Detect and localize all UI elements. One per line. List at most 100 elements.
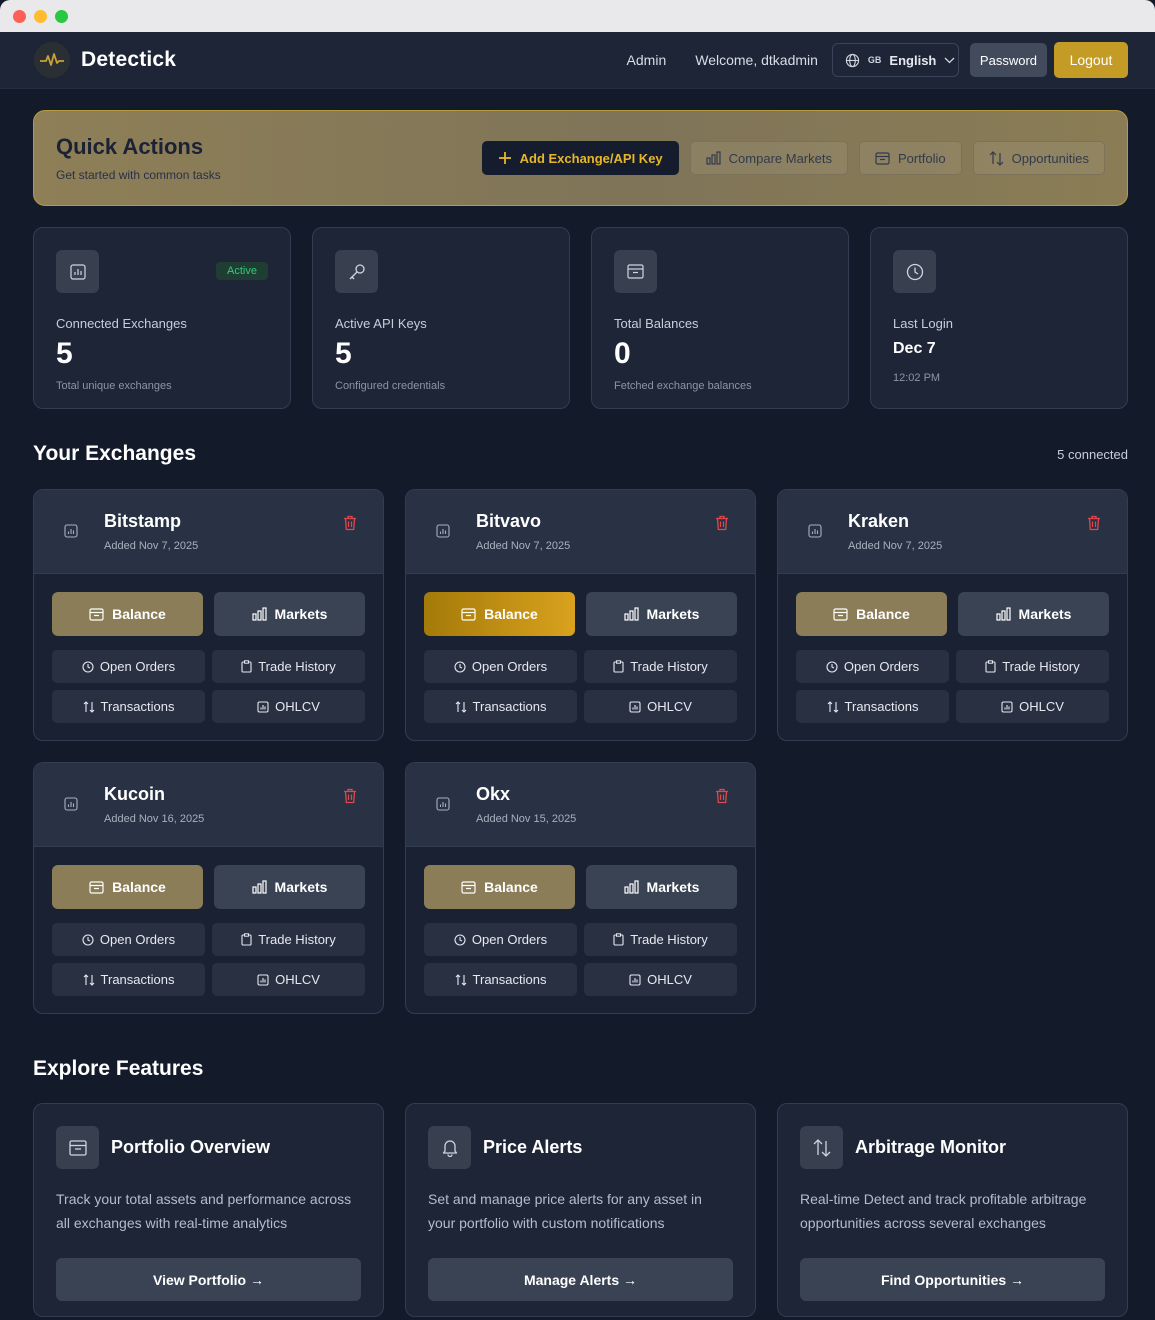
- transactions-button[interactable]: Transactions: [52, 963, 205, 996]
- transactions-label: Transactions: [100, 972, 175, 987]
- open-orders-button[interactable]: Open Orders: [796, 650, 949, 683]
- exchange-chart-icon: [804, 520, 826, 542]
- stat-card-total-balances: Total Balances 0 Fetched exchange balanc…: [591, 227, 849, 409]
- stat-card-last-login: Last Login Dec 7 12:02 PM: [870, 227, 1128, 409]
- wallet-icon: [89, 880, 104, 894]
- ohlcv-button[interactable]: OHLCV: [584, 690, 737, 723]
- portfolio-button[interactable]: Portfolio: [858, 141, 962, 175]
- bar-chart-icon: [995, 607, 1011, 621]
- balance-button[interactable]: Balance: [796, 592, 947, 636]
- markets-button[interactable]: Markets: [586, 592, 737, 636]
- transactions-button[interactable]: Transactions: [424, 963, 577, 996]
- swap-arrows-icon: [827, 700, 839, 713]
- find-opportunities-button[interactable]: Find Opportunities →: [800, 1258, 1105, 1301]
- plus-icon: [498, 151, 512, 165]
- swap-arrows-icon: [800, 1126, 843, 1169]
- admin-link[interactable]: Admin: [627, 52, 667, 68]
- markets-button[interactable]: Markets: [586, 865, 737, 909]
- transactions-button[interactable]: Transactions: [52, 690, 205, 723]
- delete-exchange-button[interactable]: [1087, 515, 1101, 531]
- wallet-icon: [833, 607, 848, 621]
- feature-description: Track your total assets and performance …: [56, 1191, 352, 1231]
- opportunities-button[interactable]: Opportunities: [972, 141, 1105, 175]
- top-navbar: Detectick Admin Welcome, dtkadmin GB Eng…: [0, 32, 1155, 89]
- delete-exchange-button[interactable]: [343, 515, 357, 531]
- manage-alerts-button[interactable]: Manage Alerts →: [428, 1258, 733, 1301]
- exchange-added-date: Added Nov 7, 2025: [848, 540, 943, 552]
- chart-icon: [629, 973, 641, 986]
- trade-history-button[interactable]: Trade History: [584, 923, 737, 956]
- clock-icon: [82, 660, 94, 673]
- open-orders-button[interactable]: Open Orders: [424, 650, 577, 683]
- balance-button[interactable]: Balance: [424, 865, 575, 909]
- compare-markets-label: Compare Markets: [728, 150, 832, 166]
- stat-label: Last Login: [893, 316, 953, 331]
- ohlcv-button[interactable]: OHLCV: [212, 963, 365, 996]
- pulse-logo-icon: [34, 42, 70, 78]
- trade-history-label: Trade History: [1002, 659, 1080, 674]
- open-orders-label: Open Orders: [471, 659, 548, 674]
- exchange-card-bitstamp: Bitstamp Added Nov 7, 2025 Balance Marke…: [33, 489, 384, 741]
- markets-button[interactable]: Markets: [214, 592, 365, 636]
- brand[interactable]: Detectick: [34, 42, 176, 78]
- transactions-button[interactable]: Transactions: [424, 690, 577, 723]
- balance-label: Balance: [112, 879, 166, 895]
- close-window-button[interactable]: [13, 9, 26, 23]
- bar-chart-icon: [623, 880, 639, 894]
- exchange-added-date: Added Nov 7, 2025: [104, 540, 199, 552]
- markets-button[interactable]: Markets: [214, 865, 365, 909]
- password-button[interactable]: Password: [969, 43, 1047, 77]
- open-orders-button[interactable]: Open Orders: [52, 650, 205, 683]
- stat-label: Connected Exchanges: [56, 316, 187, 331]
- trade-history-button[interactable]: Trade History: [212, 650, 365, 683]
- trade-history-button[interactable]: Trade History: [584, 650, 737, 683]
- ohlcv-button[interactable]: OHLCV: [584, 963, 737, 996]
- trade-history-button[interactable]: Trade History: [212, 923, 365, 956]
- exchange-name: Kucoin: [104, 784, 165, 804]
- quick-actions-subtitle: Get started with common tasks: [56, 168, 221, 182]
- maximize-window-button[interactable]: [55, 9, 68, 23]
- view-portfolio-button[interactable]: View Portfolio →: [56, 1258, 361, 1301]
- language-selector[interactable]: GB English: [831, 43, 959, 77]
- ohlcv-button[interactable]: OHLCV: [956, 690, 1109, 723]
- markets-button[interactable]: Markets: [958, 592, 1109, 636]
- ohlcv-button[interactable]: OHLCV: [212, 690, 365, 723]
- exchanges-grid: Bitstamp Added Nov 7, 2025 Balance Marke…: [33, 489, 1128, 1014]
- bar-chart-icon: [623, 607, 639, 621]
- swap-arrows-icon: [989, 150, 1004, 166]
- clipboard-icon: [985, 660, 996, 673]
- delete-exchange-button[interactable]: [343, 788, 357, 804]
- trade-history-label: Trade History: [630, 932, 708, 947]
- stats-row: Active Connected Exchanges 5 Total uniqu…: [33, 227, 1128, 409]
- ohlcv-label: OHLCV: [275, 972, 320, 987]
- markets-label: Markets: [274, 606, 328, 622]
- logout-button[interactable]: Logout: [1054, 42, 1128, 78]
- stat-footnote: Fetched exchange balances: [614, 380, 752, 392]
- delete-exchange-button[interactable]: [715, 515, 729, 531]
- transactions-label: Transactions: [472, 972, 547, 987]
- exchange-added-date: Added Nov 16, 2025: [104, 813, 205, 825]
- exchange-card-okx: Okx Added Nov 15, 2025 Balance Markets O…: [405, 762, 756, 1014]
- clipboard-icon: [613, 933, 624, 946]
- feature-description: Real-time Detect and track profitable ar…: [800, 1191, 1087, 1231]
- trade-history-button[interactable]: Trade History: [956, 650, 1109, 683]
- exchange-card-kucoin: Kucoin Added Nov 16, 2025 Balance Market…: [33, 762, 384, 1014]
- transactions-label: Transactions: [100, 699, 175, 714]
- exchange-added-date: Added Nov 7, 2025: [476, 540, 571, 552]
- balance-button[interactable]: Balance: [52, 865, 203, 909]
- open-orders-label: Open Orders: [471, 932, 548, 947]
- open-orders-button[interactable]: Open Orders: [424, 923, 577, 956]
- transactions-button[interactable]: Transactions: [796, 690, 949, 723]
- status-badge: Active: [216, 262, 268, 280]
- features-grid: Portfolio Overview Track your total asse…: [33, 1103, 1128, 1317]
- minimize-window-button[interactable]: [34, 9, 47, 23]
- add-exchange-button[interactable]: Add Exchange/API Key: [481, 141, 679, 175]
- balance-button[interactable]: Balance: [52, 592, 203, 636]
- open-orders-button[interactable]: Open Orders: [52, 923, 205, 956]
- balance-button[interactable]: Balance: [424, 592, 575, 636]
- exchange-chart-icon: [432, 520, 454, 542]
- delete-exchange-button[interactable]: [715, 788, 729, 804]
- feature-card-arbitrage: Arbitrage Monitor Real-time Detect and t…: [777, 1103, 1128, 1317]
- bell-icon: [428, 1126, 471, 1169]
- compare-markets-button[interactable]: Compare Markets: [689, 141, 848, 175]
